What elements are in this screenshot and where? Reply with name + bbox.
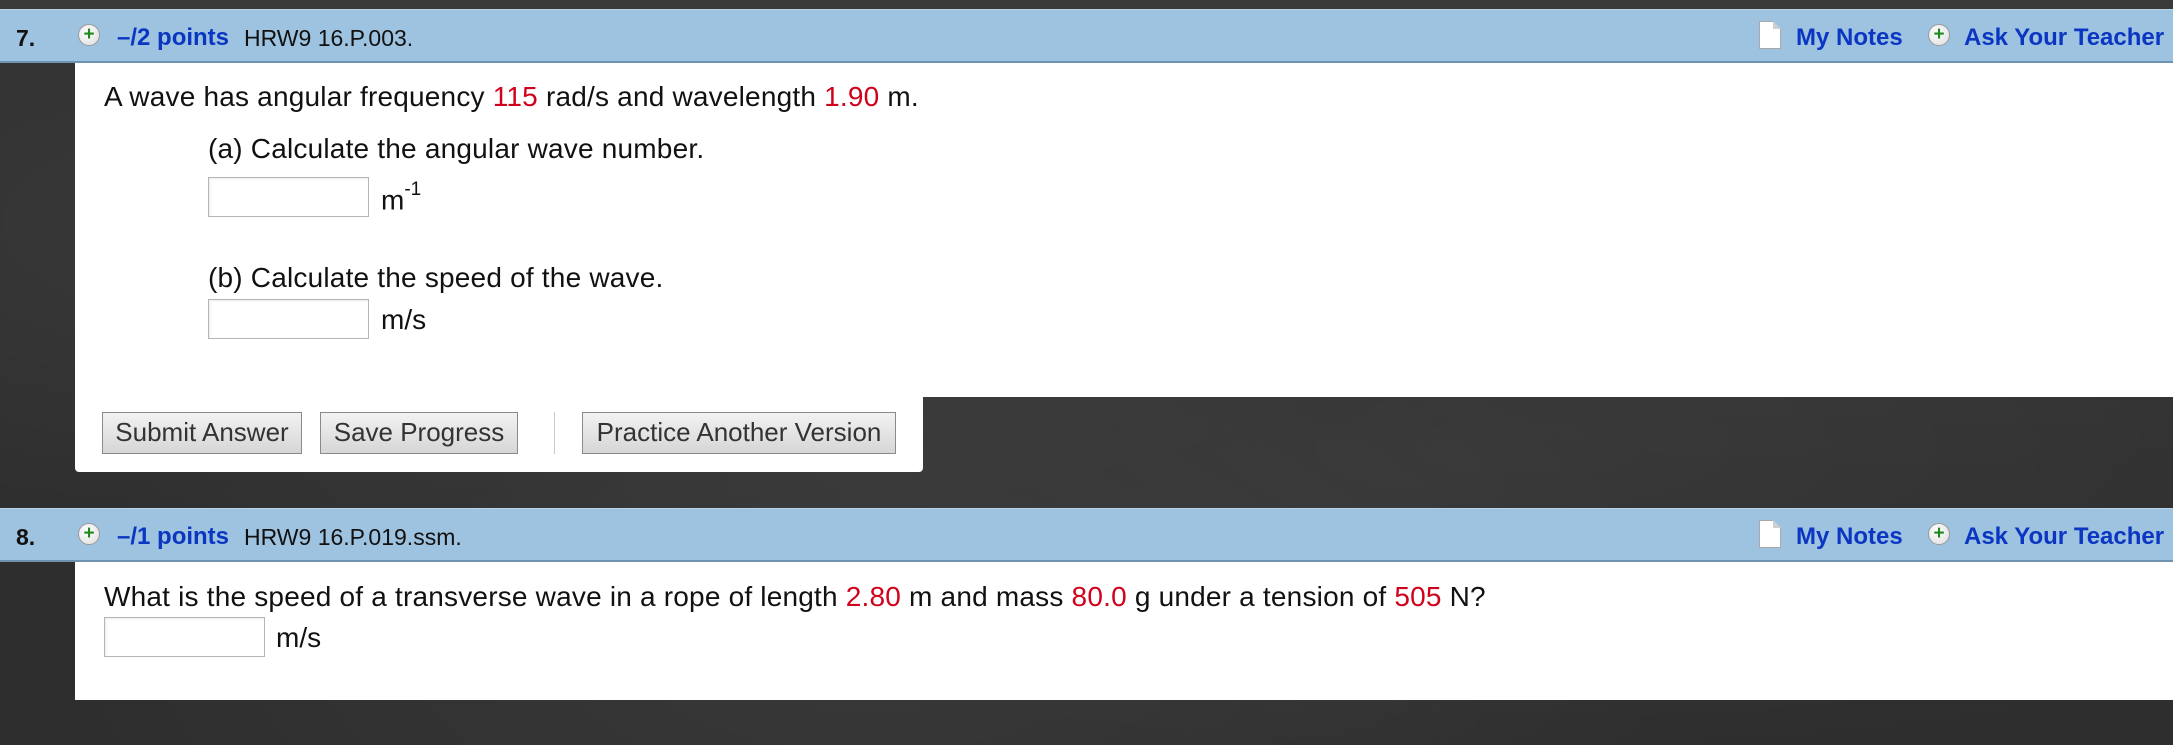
question-7-prompt: A wave has angular frequency 115 rad/s a… xyxy=(104,81,919,112)
save-progress-button[interactable]: Save Progress xyxy=(320,412,518,454)
part-b-unit: m/s xyxy=(381,304,427,335)
question-7-body xyxy=(75,63,2173,397)
expand-plus-icon[interactable]: + xyxy=(78,523,100,545)
practice-another-version-button[interactable]: Practice Another Version xyxy=(582,412,896,454)
my-notes-link[interactable]: My Notes xyxy=(1796,24,1903,52)
wave-speed-answer-input[interactable] xyxy=(104,617,265,657)
part-a-answer-input[interactable] xyxy=(208,177,369,217)
wave-speed-unit: m/s xyxy=(276,622,322,653)
points-link[interactable]: –/2 points xyxy=(117,24,229,52)
button-separator xyxy=(554,412,555,454)
ask-teacher-plus-icon[interactable]: + xyxy=(1928,24,1950,46)
ask-teacher-plus-icon[interactable]: + xyxy=(1928,523,1950,545)
rope-length-value: 2.80 xyxy=(845,581,902,612)
question-code: HRW9 16.P.003. xyxy=(244,25,414,51)
part-b-label: (b) Calculate the speed of the wave. xyxy=(208,262,664,293)
angular-frequency-value: 115 xyxy=(492,81,538,112)
wavelength-value: 1.90 xyxy=(824,81,880,112)
submit-answer-button[interactable]: Submit Answer xyxy=(102,412,302,454)
my-notes-link[interactable]: My Notes xyxy=(1796,523,1903,551)
rope-mass-value: 80.0 xyxy=(1071,581,1127,612)
notes-page-icon[interactable] xyxy=(1759,21,1781,49)
question-7-header: 7. + –/2 points HRW9 16.P.003. My Notes … xyxy=(0,9,2173,63)
question-number: 8. xyxy=(16,524,36,550)
part-a-unit: m-1 xyxy=(381,179,422,216)
part-a-label: (a) Calculate the angular wave number. xyxy=(208,133,705,164)
points-link[interactable]: –/1 points xyxy=(117,523,229,551)
ask-your-teacher-link[interactable]: Ask Your Teacher xyxy=(1964,24,2164,52)
question-number: 7. xyxy=(16,25,36,51)
ask-your-teacher-link[interactable]: Ask Your Teacher xyxy=(1964,523,2164,551)
question-8-prompt: What is the speed of a transverse wave i… xyxy=(104,581,1486,612)
part-b-answer-input[interactable] xyxy=(208,299,369,339)
expand-plus-icon[interactable]: + xyxy=(78,24,100,46)
tension-value: 505 xyxy=(1394,581,1442,612)
question-code: HRW9 16.P.019.ssm. xyxy=(244,524,462,550)
notes-page-icon[interactable] xyxy=(1759,520,1781,548)
question-8-header: 8. + –/1 points HRW9 16.P.019.ssm. My No… xyxy=(0,508,2173,562)
